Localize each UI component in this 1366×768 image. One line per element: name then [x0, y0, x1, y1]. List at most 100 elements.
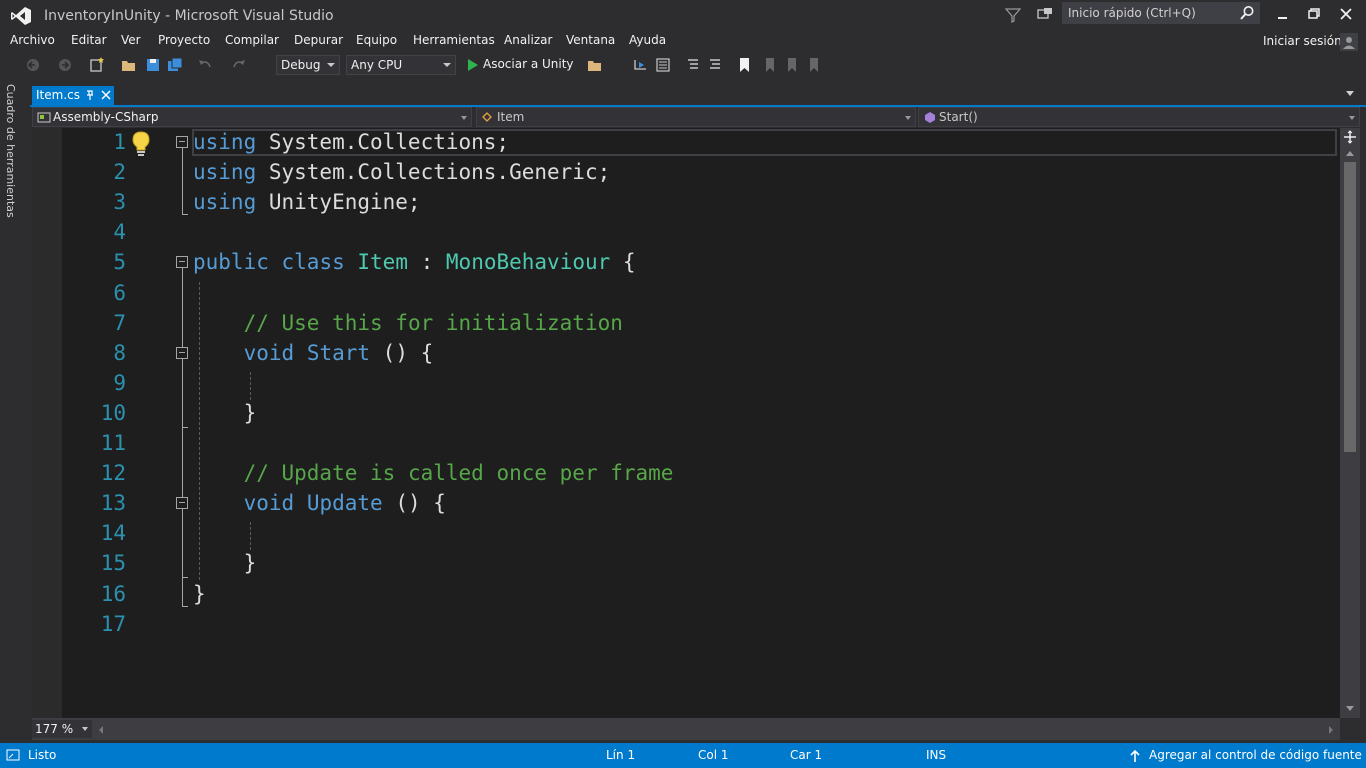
menu-bar: Archivo Editar Ver Proyecto Compilar Dep…	[0, 32, 1366, 52]
indent-guide	[250, 372, 251, 400]
collapse-class-icon[interactable]	[176, 256, 188, 268]
menu-analizar[interactable]: Analizar	[504, 33, 552, 47]
search-icon[interactable]	[1239, 5, 1255, 21]
line-number: 1	[113, 130, 126, 154]
code-text: }	[193, 551, 257, 576]
clear-bookmarks-icon[interactable]	[804, 56, 822, 74]
close-button[interactable]	[1332, 4, 1360, 24]
menu-archivo[interactable]: Archivo	[10, 33, 55, 47]
menu-herramientas[interactable]: Herramientas	[413, 33, 495, 47]
project-value: Assembly-CSharp	[53, 110, 159, 124]
visual-studio-logo-icon	[11, 7, 31, 25]
scroll-left-icon[interactable]	[96, 724, 106, 736]
menu-proyecto[interactable]: Proyecto	[158, 33, 210, 47]
undo-icon[interactable]	[196, 56, 214, 74]
pin-icon[interactable]	[84, 88, 96, 102]
menu-depurar[interactable]: Depurar	[294, 33, 343, 47]
code-type: MonoBehaviour	[445, 250, 611, 275]
uncomment-lines-icon[interactable]	[706, 56, 724, 74]
code-line: public class Item : MonoBehaviour {	[193, 247, 636, 277]
code-keyword: Update	[306, 491, 383, 516]
feedback-icon[interactable]	[1036, 6, 1054, 24]
code-keyword: Start	[306, 340, 371, 365]
close-icon[interactable]	[100, 89, 112, 101]
sign-in-link[interactable]: Iniciar sesión	[1263, 34, 1342, 48]
code-text: }	[193, 400, 257, 425]
account-avatar-icon[interactable]	[1340, 33, 1358, 51]
split-editor-icon[interactable]	[1342, 129, 1358, 145]
step-icon[interactable]	[632, 56, 650, 74]
code-keyword: void	[243, 340, 295, 365]
project-select[interactable]: Assembly-CSharp	[32, 107, 472, 127]
type-value: Item	[497, 110, 525, 124]
arrow-up-icon[interactable]	[1129, 749, 1141, 763]
status-ready: Listo	[28, 748, 57, 762]
solution-platform-select[interactable]: Any CPU	[346, 55, 456, 75]
line-number: 11	[100, 431, 126, 455]
code-keyword: using	[193, 160, 257, 185]
redo-icon[interactable]	[230, 56, 248, 74]
collapse-start-method-icon[interactable]	[176, 347, 188, 359]
tab-label: Item.cs	[36, 88, 80, 102]
solution-configuration-select[interactable]: Debug	[276, 55, 340, 75]
notifications-filter-icon[interactable]	[1004, 6, 1022, 24]
zoom-level-select[interactable]: 177 %	[32, 720, 92, 738]
comment-lines-icon[interactable]	[684, 56, 702, 74]
line-number: 3	[113, 190, 126, 215]
scroll-right-icon[interactable]	[1326, 724, 1336, 736]
standard-toolbar: Debug Any CPU Asociar a Unity	[0, 53, 1366, 77]
previous-bookmark-icon[interactable]	[760, 56, 778, 74]
scroll-down-icon[interactable]	[1344, 704, 1356, 714]
play-icon[interactable]	[464, 56, 482, 74]
bookmark-icon[interactable]	[736, 56, 754, 74]
output-window-icon[interactable]	[6, 749, 20, 761]
type-select[interactable]: Item	[476, 107, 916, 127]
scroll-up-icon[interactable]	[1344, 148, 1356, 158]
horizontal-scrollbar[interactable]	[32, 718, 1340, 740]
navigate-forward-icon[interactable]	[56, 56, 74, 74]
next-bookmark-icon[interactable]	[782, 56, 800, 74]
toolbox-tab[interactable]: Cuadro de herramientas	[4, 84, 22, 224]
new-project-icon[interactable]	[88, 56, 106, 74]
find-in-files-icon[interactable]	[586, 56, 604, 74]
minimize-button[interactable]	[1268, 4, 1296, 24]
menu-ventana[interactable]: Ventana	[566, 33, 615, 47]
line-number: 16	[100, 581, 126, 606]
lightbulb-icon[interactable]	[130, 130, 152, 156]
add-to-source-control-button[interactable]: Agregar al control de código fuente	[1149, 748, 1362, 762]
code-type: Item	[357, 250, 408, 275]
platform-value: Any CPU	[351, 58, 403, 72]
code-keyword: using	[193, 190, 257, 215]
navigate-back-icon[interactable]	[24, 56, 42, 74]
line-number: 13	[100, 491, 126, 516]
quick-launch-input[interactable]: Inicio rápido (Ctrl+Q)	[1062, 2, 1260, 24]
collapse-using-block-icon[interactable]	[176, 136, 188, 148]
tab-item-cs[interactable]: Item.cs	[32, 86, 114, 105]
attach-to-unity-button[interactable]: Asociar a Unity	[483, 57, 574, 71]
save-all-icon[interactable]	[166, 56, 184, 74]
menu-editar[interactable]: Editar	[71, 33, 107, 47]
menu-ver[interactable]: Ver	[121, 33, 141, 47]
member-value: Start()	[939, 110, 978, 124]
breakpoints-icon[interactable]	[654, 56, 672, 74]
class-icon	[482, 112, 492, 122]
code-text: {	[610, 250, 636, 275]
restore-button[interactable]	[1300, 4, 1328, 24]
menu-compilar[interactable]: Compilar	[225, 33, 279, 47]
line-number: 7	[113, 310, 126, 335]
open-file-icon[interactable]	[120, 56, 138, 74]
code-line: }	[193, 579, 206, 609]
member-select[interactable]: Start()	[918, 107, 1360, 127]
save-icon[interactable]	[144, 56, 162, 74]
chevron-down-icon[interactable]	[1346, 91, 1354, 96]
menu-ayuda[interactable]: Ayuda	[629, 33, 666, 47]
menu-equipo[interactable]: Equipo	[356, 33, 397, 47]
status-insert-mode: INS	[926, 748, 947, 762]
collapse-update-method-icon[interactable]	[176, 497, 188, 509]
vertical-scroll-thumb[interactable]	[1344, 162, 1356, 452]
